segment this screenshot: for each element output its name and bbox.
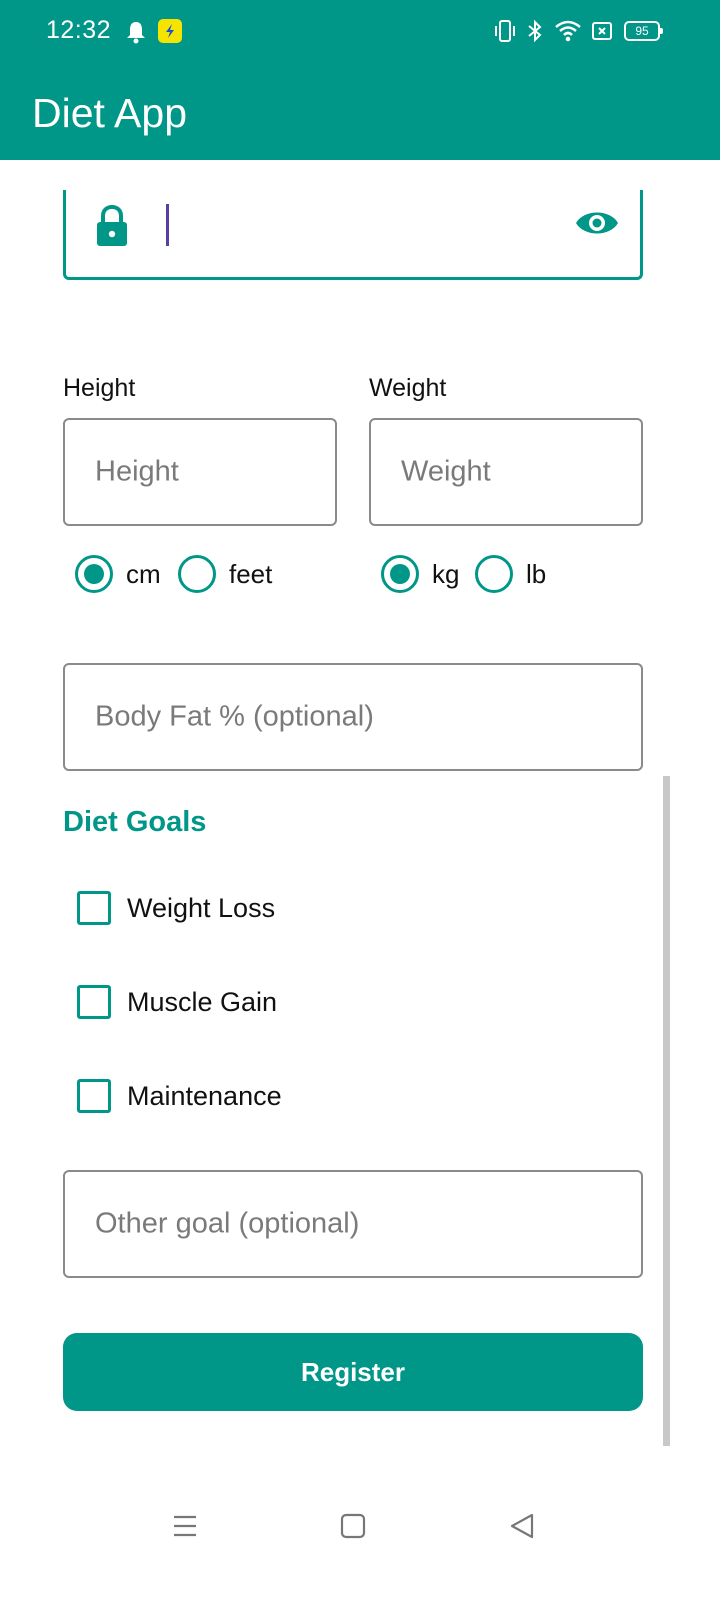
radio-cm-label: cm — [126, 558, 161, 589]
no-sim-icon — [592, 22, 612, 40]
app-bar: Diet App — [0, 62, 720, 160]
home-icon[interactable] — [340, 1512, 366, 1540]
eye-icon[interactable] — [574, 205, 620, 241]
lock-icon — [97, 204, 127, 246]
checkbox-maintenance-label: Maintenance — [127, 1080, 282, 1111]
wifi-icon — [555, 20, 581, 42]
radio-feet[interactable]: feet — [178, 555, 272, 593]
body-fat-placeholder: Body Fat % (optional) — [95, 700, 374, 733]
password-field[interactable] — [63, 190, 643, 280]
menu-icon[interactable] — [171, 1512, 199, 1540]
height-input[interactable]: Height — [63, 418, 337, 526]
other-goal-input[interactable]: Other goal (optional) — [63, 1170, 643, 1278]
radio-lb-indicator — [475, 555, 513, 593]
radio-lb[interactable]: lb — [475, 555, 546, 593]
other-goal-placeholder: Other goal (optional) — [95, 1207, 360, 1240]
app-title: Diet App — [32, 90, 187, 136]
navigation-bar — [0, 1490, 720, 1600]
checkbox-weight-loss-box — [77, 891, 111, 925]
checkbox-maintenance-box — [77, 1079, 111, 1113]
checkbox-muscle-gain-label: Muscle Gain — [127, 986, 278, 1017]
radio-kg-label: kg — [432, 558, 460, 589]
radio-lb-label: lb — [526, 558, 547, 589]
status-time: 12:32 — [46, 16, 112, 44]
status-bar: 12:32 95 — [0, 0, 720, 62]
body-fat-input[interactable]: Body Fat % (optional) — [63, 663, 643, 771]
weight-label: Weight — [369, 374, 447, 402]
checkbox-muscle-gain[interactable]: Muscle Gain — [77, 985, 277, 1019]
checkbox-weight-loss-label: Weight Loss — [127, 892, 276, 923]
weight-input[interactable]: Weight — [369, 418, 643, 526]
scrollbar[interactable] — [663, 776, 670, 1446]
back-icon[interactable] — [508, 1512, 536, 1540]
register-button[interactable]: Register — [63, 1333, 643, 1411]
radio-kg[interactable]: kg — [381, 555, 459, 593]
checkbox-maintenance[interactable]: Maintenance — [77, 1079, 282, 1113]
height-label: Height — [63, 374, 136, 402]
height-placeholder: Height — [95, 455, 179, 488]
battery-icon: 95 — [624, 21, 663, 41]
radio-feet-label: feet — [229, 558, 273, 589]
text-cursor — [166, 204, 169, 246]
radio-cm-indicator — [75, 555, 113, 593]
app-notification-icon — [158, 19, 182, 43]
radio-feet-indicator — [178, 555, 216, 593]
checkbox-muscle-gain-box — [77, 985, 111, 1019]
radio-cm[interactable]: cm — [75, 555, 161, 593]
radio-kg-indicator — [381, 555, 419, 593]
diet-goals-title: Diet Goals — [63, 806, 207, 838]
checkbox-weight-loss[interactable]: Weight Loss — [77, 891, 275, 925]
vibrate-icon — [495, 20, 515, 42]
bell-icon — [127, 22, 145, 44]
bluetooth-icon — [528, 19, 542, 43]
weight-placeholder: Weight — [401, 455, 491, 488]
